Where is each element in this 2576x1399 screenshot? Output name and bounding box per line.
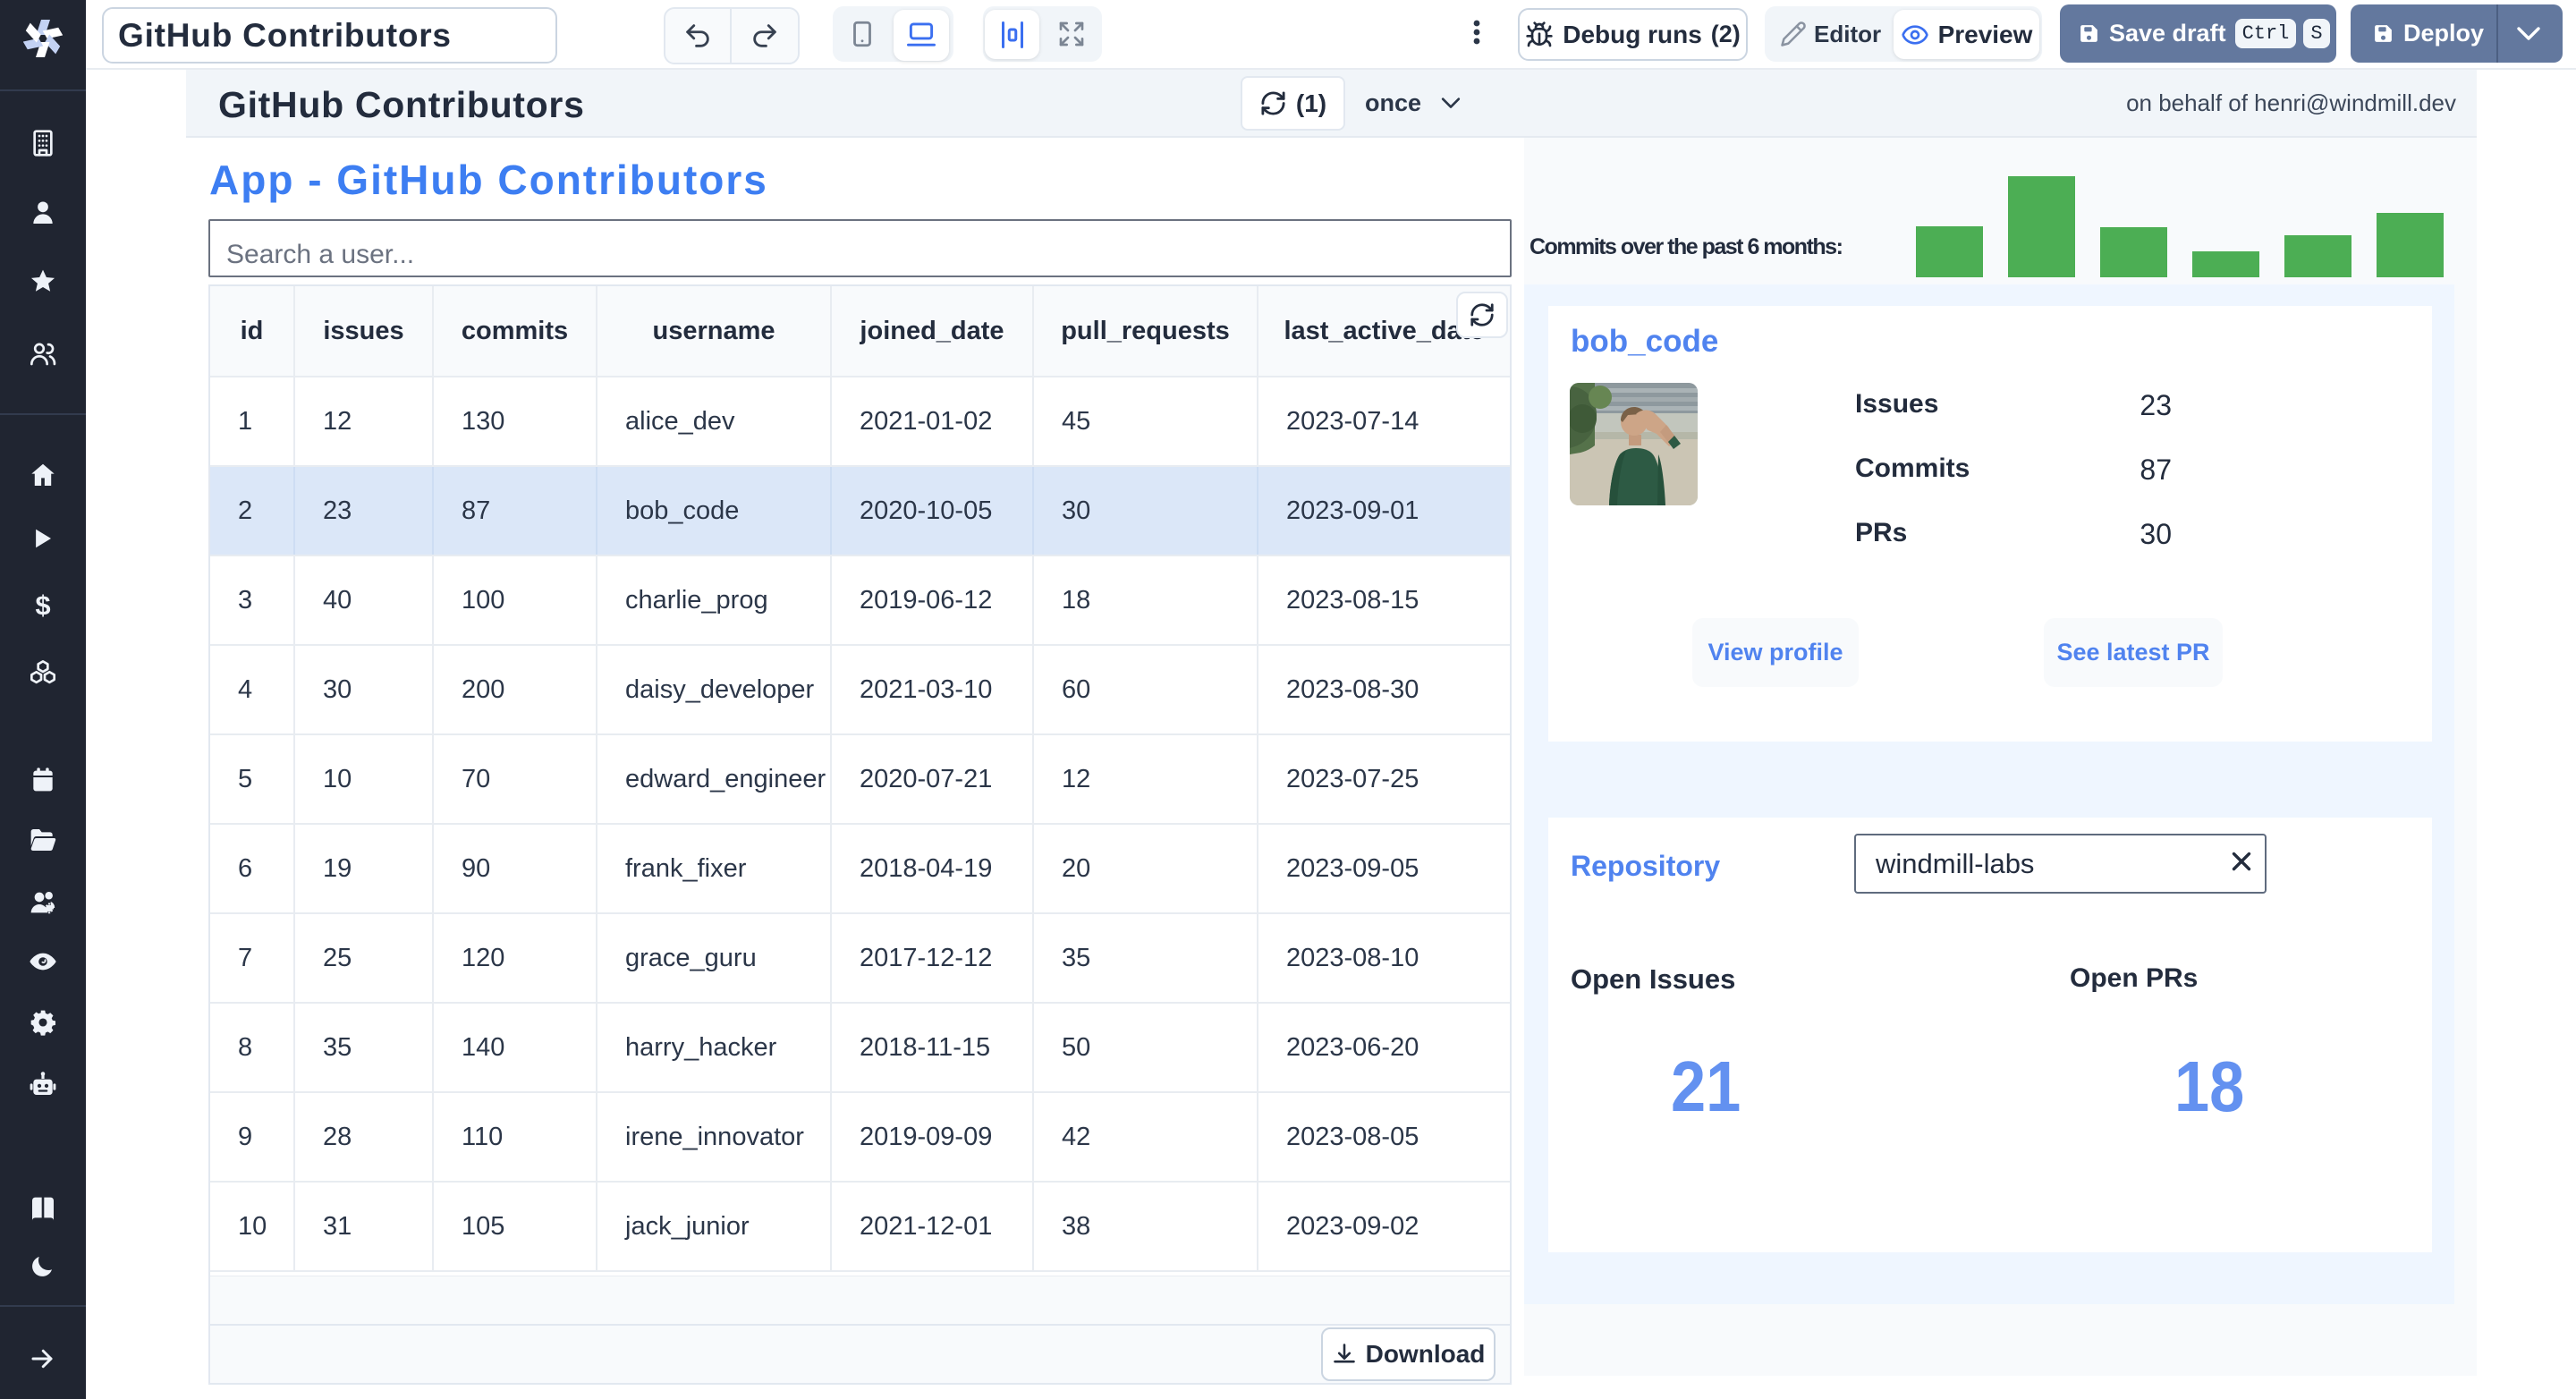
svg-text:$: $ (35, 591, 50, 620)
